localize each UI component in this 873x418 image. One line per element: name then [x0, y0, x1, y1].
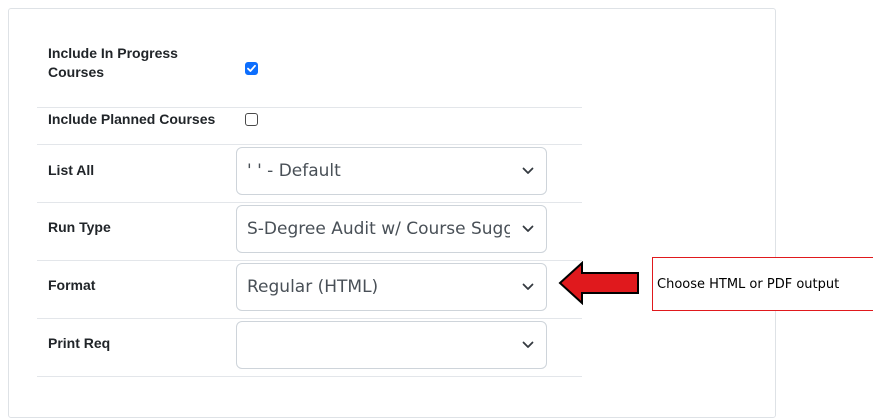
print-req-select[interactable]	[236, 321, 547, 369]
row-include-in-progress: Include In Progress Courses	[37, 35, 582, 108]
chevron-down-icon	[522, 283, 534, 290]
run-type-selected-value: S-Degree Audit w/ Course Suggestions	[247, 219, 510, 239]
include-in-progress-checkbox[interactable]	[245, 62, 258, 75]
print-req-label: Print Req	[48, 335, 111, 351]
chevron-down-icon	[522, 225, 534, 232]
list-all-select[interactable]: ' ' - Default	[236, 147, 547, 195]
format-label: Format	[48, 277, 96, 293]
checkmark-icon	[247, 64, 256, 72]
list-all-selected-value: ' ' - Default	[247, 161, 341, 181]
include-planned-label: Include Planned Courses	[48, 111, 216, 127]
run-type-select[interactable]: S-Degree Audit w/ Course Suggestions	[236, 205, 547, 253]
run-type-label: Run Type	[48, 219, 111, 235]
include-planned-checkbox[interactable]	[245, 113, 258, 126]
include-in-progress-label: Include In Progress Courses	[48, 45, 178, 80]
chevron-down-icon	[522, 341, 534, 348]
annotation-text: Choose HTML or PDF output	[657, 277, 840, 292]
left-arrow-icon	[558, 261, 639, 305]
annotation-callout: Choose HTML or PDF output	[652, 257, 873, 311]
row-include-planned: Include Planned Courses	[37, 108, 582, 145]
chevron-down-icon	[522, 167, 534, 174]
format-selected-value: Regular (HTML)	[247, 277, 379, 297]
list-all-label: List All	[48, 162, 95, 178]
format-select[interactable]: Regular (HTML)	[236, 263, 547, 311]
